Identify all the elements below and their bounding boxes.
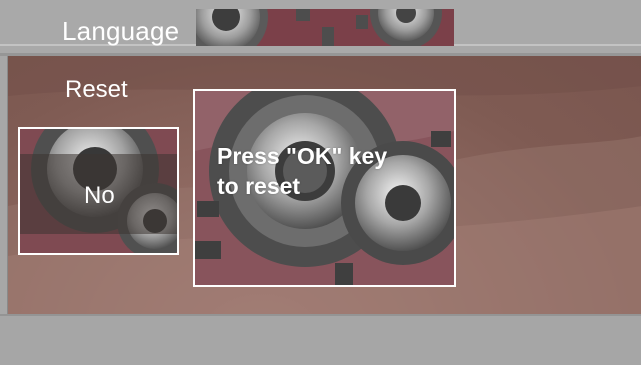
menu-item-language[interactable]: Language <box>62 16 179 47</box>
gears-thumbnail <box>196 9 454 46</box>
bottom-bar <box>0 314 641 365</box>
reset-instruction-line-2: to reset <box>217 173 301 199</box>
no-option-label: No <box>84 182 115 209</box>
menu-item-reset[interactable]: Reset <box>65 76 128 104</box>
reset-instruction-line-1: Press "OK" key <box>217 143 388 169</box>
reset-instruction-text: Press "OK" key to reset <box>217 141 447 201</box>
gears-icon <box>196 9 454 46</box>
settings-screen: Language Reset No Press "OK" key to rese… <box>0 0 641 365</box>
